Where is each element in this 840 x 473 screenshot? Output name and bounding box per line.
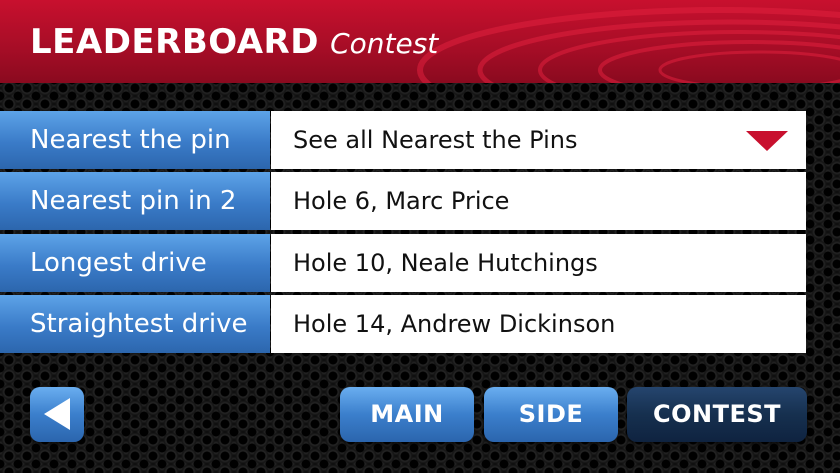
contest-row-nearest-pin-in-2: Nearest pin in 2 Hole 6, Marc Price [0, 172, 806, 230]
contest-label: Longest drive [0, 234, 270, 292]
contest-row-straightest-drive: Straightest drive Hole 14, Andrew Dickin… [0, 295, 806, 353]
contest-tab-button[interactable]: CONTEST [627, 387, 807, 442]
main-tab-button[interactable]: MAIN [340, 387, 474, 442]
contest-row-longest-drive: Longest drive Hole 10, Neale Hutchings [0, 234, 806, 292]
header-bar: LEADERBOARD Contest [0, 0, 840, 83]
side-tab-button[interactable]: SIDE [484, 387, 618, 442]
page-title: LEADERBOARD Contest [30, 22, 438, 62]
page-title-main: LEADERBOARD [30, 22, 319, 62]
nearest-pin-dropdown[interactable]: See all Nearest the Pins [271, 111, 806, 169]
dropdown-arrow-icon[interactable] [746, 131, 788, 151]
contest-label: Nearest pin in 2 [0, 172, 270, 230]
page-title-sub: Contest [330, 27, 439, 60]
contest-value: Hole 14, Andrew Dickinson [271, 295, 806, 353]
contest-row-nearest-pin: Nearest the pin See all Nearest the Pins [0, 111, 806, 169]
dropdown-selected-value: See all Nearest the Pins [293, 126, 578, 154]
back-arrow-icon [44, 398, 70, 430]
back-button[interactable] [30, 387, 84, 442]
contest-label: Straightest drive [0, 295, 270, 353]
contest-value: Hole 6, Marc Price [271, 172, 806, 230]
contest-label: Nearest the pin [0, 111, 270, 169]
contest-value: Hole 10, Neale Hutchings [271, 234, 806, 292]
